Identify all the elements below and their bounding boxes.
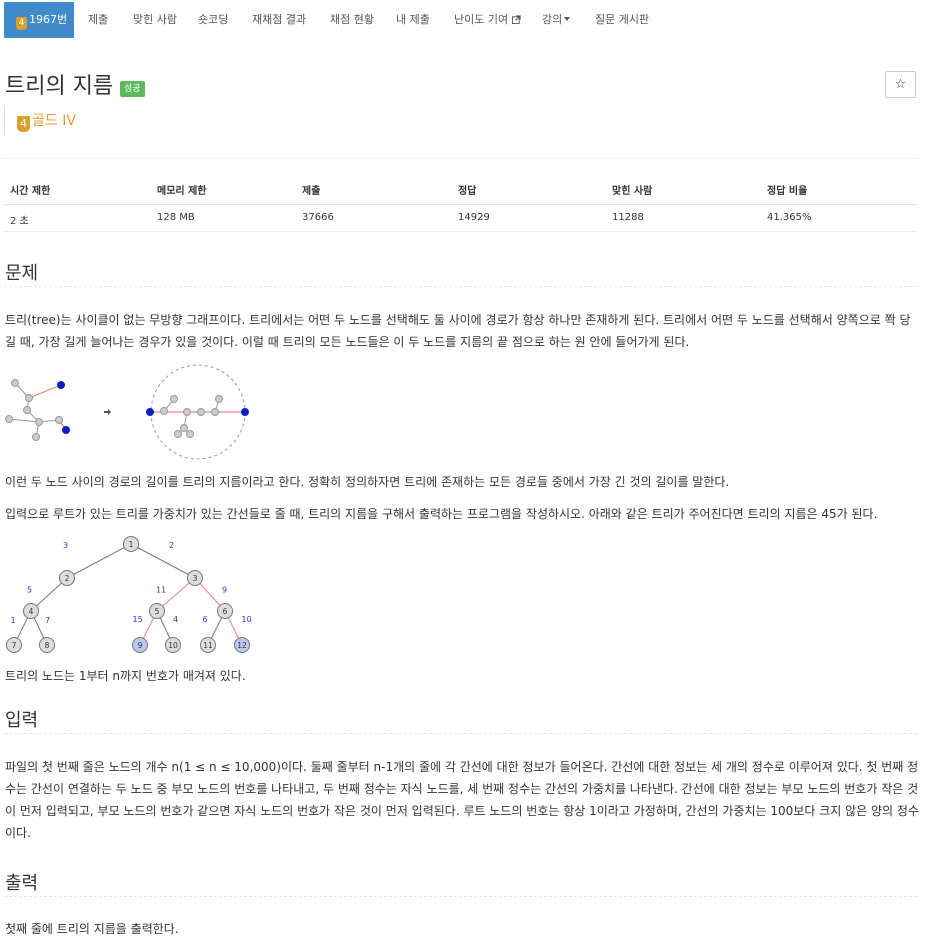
nav-submit[interactable]: 제출: [88, 0, 108, 38]
nav-lecture-label: 강의: [542, 13, 563, 26]
nav-difficulty-label: 난이도 기여: [454, 13, 509, 26]
tree-diameter-illustration: [5, 364, 249, 460]
edge-weight-label: 10: [242, 615, 252, 624]
table-divider: [4, 231, 917, 232]
tree-node-label: 9: [138, 641, 143, 650]
edge-weight-label: 2: [169, 541, 174, 550]
weighted-tree-figure: 3 25 11 91 7 15 4 6 1012 34 5 67 8 9 10 11 12: [6, 536, 252, 653]
table-cell: 37666: [302, 212, 334, 223]
table-cell: 14929: [458, 212, 490, 223]
tree-edge: [66, 543, 132, 579]
tree-node-label: 12: [237, 641, 247, 650]
tree-node-label: 7: [12, 641, 17, 650]
tree-node-label: 8: [45, 641, 50, 650]
edge-weight-label: 7: [45, 616, 50, 625]
section-heading-problem: 문제: [5, 263, 39, 284]
table-header: 제출: [302, 186, 321, 197]
nav-rejudge[interactable]: 재채점 결과: [252, 0, 306, 38]
tree-node-label: 11: [203, 641, 213, 650]
nav-shortcoding[interactable]: 숏코딩: [198, 0, 228, 38]
problem-tier: 4 골드 IV: [4, 107, 76, 135]
edge-weight-label: 9: [222, 586, 227, 595]
nav-lecture[interactable]: 강의: [542, 0, 571, 38]
tier-label: 골드 IV: [32, 113, 76, 129]
section-heading-output: 출력: [5, 873, 39, 894]
star-button[interactable]: ☆: [885, 71, 916, 98]
nav-problem-number[interactable]: 4 1967번: [4, 2, 74, 38]
edge-weight-label: 15: [133, 615, 143, 624]
problem-description: 입력으로 루트가 있는 트리를 가중치가 있는 간선들로 줄 때, 트리의 지름…: [5, 507, 878, 521]
tree-node-label: 6: [223, 607, 228, 616]
table-cell: 128 MB: [157, 212, 195, 223]
external-link-icon: [511, 15, 521, 24]
table-cell: 2 초: [10, 216, 29, 227]
tree-node-label: 1: [129, 540, 134, 549]
output-description: 첫째 줄에 트리의 지름을 출력한다.: [5, 922, 179, 936]
table-header: 정답 비율: [767, 186, 808, 197]
nav-problem-number-label: 1967번: [29, 13, 68, 26]
table-header: 시간 제한: [10, 186, 51, 197]
table-cell: 41.365%: [767, 212, 812, 223]
status-badge: 성공: [120, 81, 145, 97]
edge-weight-label: 3: [63, 541, 68, 550]
arrow-right-icon: [104, 409, 111, 415]
page-title: 트리의 지름: [5, 74, 114, 99]
table-divider: [4, 204, 917, 205]
tree-node-label: 5: [155, 607, 160, 616]
input-description: 파일의 첫 번째 줄은 노드의 개수 n(1 ≤ n ≤ 10,000)이다. …: [5, 760, 919, 840]
table-header: 정답: [458, 186, 477, 197]
section-divider: [4, 733, 917, 734]
nav-qna-board[interactable]: 질문 게시판: [595, 0, 649, 38]
nav-status[interactable]: 채점 현황: [330, 0, 374, 38]
problem-description: 트리의 노드는 1부터 n까지 번호가 매겨져 있다.: [5, 669, 246, 683]
problem-description: 트리(tree)는 사이클이 없는 무방향 그래프이다. 트리에서는 어떤 두 …: [5, 313, 911, 349]
edge-weight-label: 4: [173, 615, 178, 624]
tier-badge-icon: 4: [16, 17, 27, 30]
nav-my-submissions[interactable]: 내 제출: [396, 0, 430, 38]
tree-edge: [130, 543, 196, 579]
nav-difficulty-contribution[interactable]: 난이도 기여: [454, 0, 521, 38]
edge-weight-label: 6: [203, 615, 208, 624]
nav-solvers[interactable]: 맞힌 사람: [133, 0, 177, 38]
section-heading-input: 입력: [5, 710, 39, 731]
section-divider: [4, 286, 917, 287]
table-header: 메모리 제한: [157, 186, 207, 197]
tree-node-label: 10: [168, 641, 178, 650]
problem-nav: 4 1967번 제출 맞힌 사람 숏코딩 재채점 결과 채점 현황 내 제출 난이…: [0, 0, 925, 40]
tier-icon: 4: [17, 116, 30, 132]
edge-weight-label: 1: [11, 616, 16, 625]
table-cell: 11288: [612, 212, 644, 223]
edge-weight-label: 11: [156, 586, 166, 595]
tree-node-label: 2: [65, 574, 70, 583]
tree-node-label: 4: [29, 607, 34, 616]
edge-weight-label: 5: [27, 586, 32, 595]
section-divider: [4, 896, 917, 897]
table-header: 맞힌 사람: [612, 186, 653, 197]
divider: [4, 158, 917, 159]
problem-description: 이런 두 노드 사이의 경로의 길이를 트리의 지름이라고 한다. 정확히 정의…: [5, 475, 730, 489]
chevron-down-icon: [564, 17, 571, 21]
tree-node-label: 3: [193, 574, 198, 583]
